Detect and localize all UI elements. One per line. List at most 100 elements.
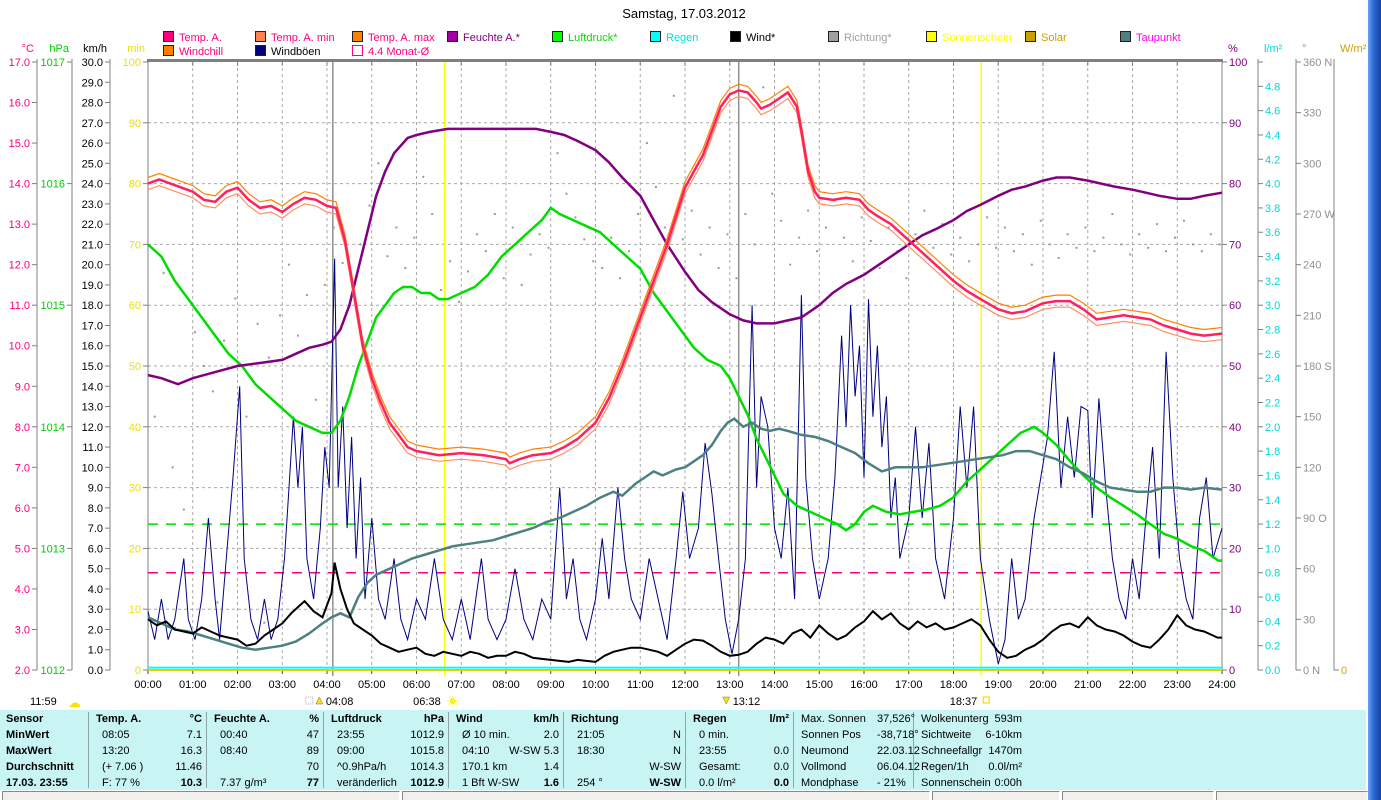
svg-text:18:37: 18:37 (950, 696, 978, 708)
svg-text:1013: 1013 (41, 543, 65, 555)
weather-chart-plot[interactable]: 00:00 01:00 02:00 03:00 04:00 05:00 06:00 07:00… (0, 0, 1381, 712)
x-tick-label: 04:00 (313, 679, 341, 691)
svg-text:80: 80 (1229, 179, 1241, 191)
moon-noon-marker: 11:59 ☁ (30, 695, 81, 710)
status-segment (1216, 791, 1368, 800)
cell-label: Gesamt: (699, 761, 741, 773)
cell-label: 18:30 (577, 745, 605, 757)
condition-value: 0:00h (994, 777, 1022, 789)
cell-value: 10.3 (180, 777, 202, 789)
svg-text:4.0: 4.0 (1265, 179, 1280, 191)
axis-unit-pct: % (1228, 43, 1238, 55)
col-unit: km/h (533, 713, 559, 725)
x-tick-label: 09:00 (537, 679, 565, 691)
svg-text:12.0: 12.0 (82, 422, 103, 434)
status-segment (402, 791, 930, 800)
svg-text:8.0: 8.0 (15, 422, 30, 434)
svg-text:4.0: 4.0 (15, 584, 30, 596)
svg-text:4.2: 4.2 (1265, 154, 1280, 166)
svg-text:4.0: 4.0 (88, 584, 103, 596)
cell-label: 254 ° (577, 777, 603, 789)
svg-text:3.6: 3.6 (1265, 227, 1280, 239)
cell-label: 7.37 g/m³ (220, 777, 267, 789)
svg-text:0.4: 0.4 (1265, 616, 1280, 628)
cell-label: 23:55 (337, 729, 365, 741)
svg-text:1017: 1017 (41, 57, 65, 69)
cell-value: 1012.9 (410, 729, 444, 741)
x-tick-label: 14:00 (761, 679, 789, 691)
svg-text:2.0: 2.0 (1265, 422, 1280, 434)
window-border (1368, 0, 1381, 800)
svg-text:0.0: 0.0 (1265, 665, 1280, 677)
cell-label: 04:10 (462, 745, 490, 757)
svg-text:13.0: 13.0 (82, 402, 103, 414)
svg-text:120: 120 (1303, 462, 1321, 474)
svg-text:7.0: 7.0 (15, 462, 30, 474)
svg-text:0.0: 0.0 (88, 665, 103, 677)
svg-text:20.0: 20.0 (82, 260, 103, 272)
svg-text:15.0: 15.0 (82, 361, 103, 373)
cell-value: N (673, 729, 681, 741)
svg-text:0.2: 0.2 (1265, 641, 1280, 653)
x-tick-label: 11:00 (627, 679, 654, 691)
svg-text:4.8: 4.8 (1265, 81, 1280, 93)
cell-label: 00:40 (220, 729, 248, 741)
svg-text:10.0: 10.0 (9, 341, 30, 353)
svg-text:20: 20 (1229, 543, 1241, 555)
svg-text:5.0: 5.0 (15, 543, 30, 555)
weather-app-window: Samstag, 17.03.2012 Temp. A. Temp. A. min… (0, 0, 1381, 800)
condition-value: 0.0l/m² (988, 761, 1022, 773)
svg-text:60: 60 (129, 300, 141, 312)
svg-text:90 O: 90 O (1303, 513, 1327, 525)
svg-text:0: 0 (135, 665, 141, 677)
svg-text:12.0: 12.0 (9, 260, 30, 272)
cell-label: 1 Bft W-SW (462, 777, 520, 789)
condition-value: 593m (994, 713, 1022, 725)
svg-text:3.0: 3.0 (88, 604, 103, 616)
status-segment (1062, 791, 1214, 800)
svg-text:3.8: 3.8 (1265, 203, 1280, 215)
svg-text:06:38: 06:38 (413, 696, 441, 708)
svg-text:30: 30 (129, 483, 141, 495)
astro-label: Neumond (801, 745, 849, 757)
cell-value: 11.46 (175, 761, 202, 773)
svg-text:16.0: 16.0 (9, 98, 30, 110)
svg-text:1.0: 1.0 (88, 645, 103, 657)
svg-text:30: 30 (1303, 614, 1315, 626)
svg-text:21.0: 21.0 (82, 239, 103, 251)
col-header: Temp. A. (96, 713, 142, 725)
astro-label: Max. Sonnen (801, 713, 866, 725)
cell-label: (+ 7.06 ) (102, 761, 144, 773)
svg-text:14.0: 14.0 (9, 179, 30, 191)
cell-value: 7.1 (186, 729, 202, 741)
svg-text:14.0: 14.0 (82, 381, 103, 393)
astro-value: 06.04.12 (877, 761, 920, 773)
svg-text:20: 20 (129, 543, 141, 555)
col-header: Feuchte A. (214, 713, 270, 725)
event-lines (332, 62, 982, 676)
svg-text:5.0: 5.0 (88, 564, 103, 576)
col-unit: °C (189, 713, 202, 725)
svg-text:0.8: 0.8 (1265, 568, 1280, 580)
svg-text:22.0: 22.0 (82, 219, 103, 231)
svg-text:18.0: 18.0 (82, 300, 103, 312)
sunset-marker: 18:37 (950, 696, 990, 708)
svg-text:240: 240 (1303, 260, 1321, 272)
x-tick-label: 16:00 (850, 679, 878, 691)
condition-label: Regen/1h (921, 761, 969, 773)
svg-text:30: 30 (1229, 483, 1241, 495)
cell-value: W-SW 5.3 (509, 745, 559, 757)
condition-value: 1470m (988, 745, 1022, 757)
sunrise-marker: 06:38 (413, 695, 459, 708)
cell-value: 1.4 (543, 761, 559, 773)
cell-value: 1.6 (543, 777, 559, 789)
svg-text:04:08: 04:08 (326, 696, 354, 708)
summary-table: Sensor MinWert MaxWert Durchschnitt 17.03. 2… (0, 710, 1366, 790)
column-divider (563, 712, 564, 788)
col-unit: l/m² (769, 713, 789, 725)
svg-text:1016: 1016 (41, 179, 65, 191)
axis-unit-degC: °C (22, 43, 34, 55)
svg-text:1014: 1014 (41, 422, 65, 434)
x-tick-label: 00:00 (134, 679, 162, 691)
cell-label: 0.0 l/m² (699, 777, 736, 789)
